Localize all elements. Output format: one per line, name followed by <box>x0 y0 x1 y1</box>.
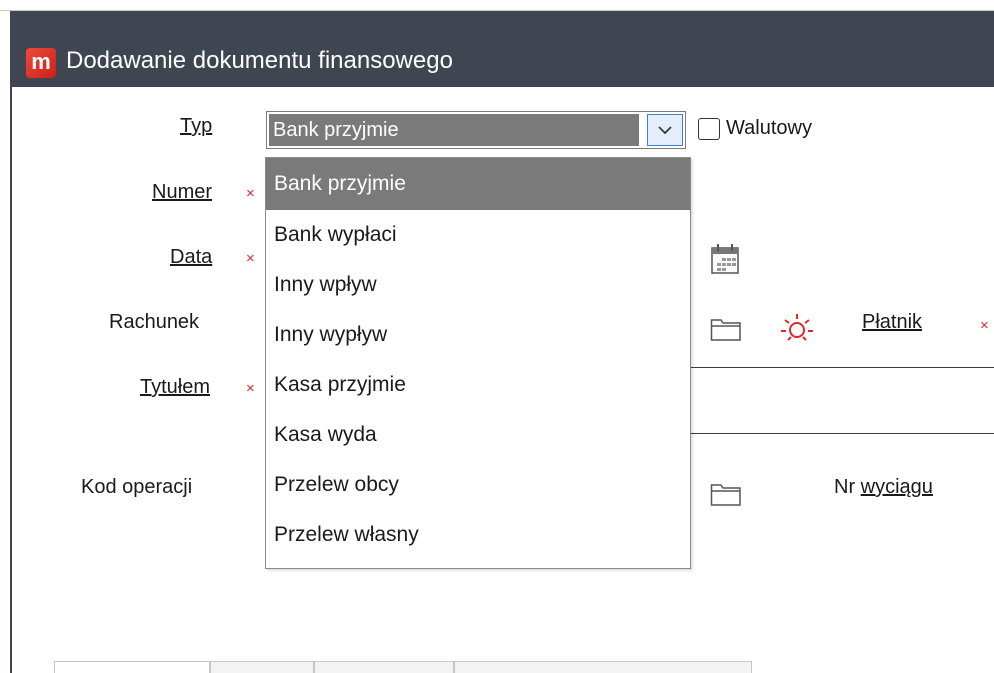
platnik-field-underline <box>691 367 994 368</box>
data-required-marker: × <box>246 250 255 267</box>
data-label-text: Data <box>170 246 213 268</box>
nr-wyciagu-underlined: wyciągu <box>860 476 933 498</box>
bottom-tab-strip <box>54 661 752 673</box>
typ-label-text: Typ <box>180 115 213 137</box>
typ-select-arrow-button[interactable] <box>647 114 683 146</box>
dropdown-option-bank-przyjmie[interactable]: Bank przyjmie <box>266 158 690 210</box>
app-logo-icon: m <box>26 48 56 78</box>
tytulem-label: Tytułem <box>140 376 210 399</box>
sun-refresh-icon[interactable] <box>780 311 814 345</box>
dropdown-option-kasa-wyda[interactable]: Kasa wyda <box>266 410 690 460</box>
dropdown-option-przelew-wlasny[interactable]: Przelew własny <box>266 510 690 560</box>
dropdown-option-przelew-obcy[interactable]: Przelew obcy <box>266 460 690 510</box>
kod-operacji-label: Kod operacji <box>81 476 193 498</box>
walutowy-label[interactable]: Walutowy <box>726 117 812 140</box>
typ-select[interactable]: Bank przyjmie <box>266 111 686 149</box>
tab-3[interactable] <box>314 661 454 673</box>
tab-2[interactable] <box>210 661 314 673</box>
tab-1[interactable] <box>54 661 210 673</box>
tytulem-required-marker: × <box>246 380 255 397</box>
dropdown-option-inny-wplyw[interactable]: Inny wpływ <box>266 260 690 310</box>
chevron-down-icon <box>658 126 672 135</box>
folder-icon[interactable] <box>710 316 742 342</box>
tytulem-field-underline <box>691 433 994 434</box>
screen-top-edge <box>0 0 994 11</box>
folder-icon[interactable] <box>710 481 742 507</box>
numer-required-marker: × <box>246 185 255 202</box>
numer-label: Numer <box>152 181 212 204</box>
dropdown-option-kasa-przyjmie[interactable]: Kasa przyjmie <box>266 360 690 410</box>
typ-dropdown-list: Bank przyjmie Bank wypłaci Inny wpływ In… <box>265 157 691 569</box>
typ-select-value: Bank przyjmie <box>269 114 639 146</box>
title-bar: m Dodawanie dokumentu finansowego <box>12 11 994 87</box>
data-label: Data <box>170 246 212 269</box>
walutowy-checkbox[interactable] <box>698 118 720 140</box>
tytulem-label-text: Tytułem <box>140 376 211 398</box>
platnik-required-marker: × <box>980 317 989 334</box>
nr-wyciagu-label: Nr wyciągu <box>834 476 933 499</box>
rachunek-label: Rachunek <box>109 311 200 333</box>
dialog-window: m Dodawanie dokumentu finansowego Typ Ba… <box>10 11 994 673</box>
window-title: Dodawanie dokumentu finansowego <box>66 47 453 74</box>
nr-wyciagu-prefix: Nr <box>834 476 861 498</box>
platnik-label: Płatnik <box>862 311 922 334</box>
dropdown-option-bank-wyplaci[interactable]: Bank wypłaci <box>266 210 690 260</box>
dropdown-option-inny-wyplyw[interactable]: Inny wypływ <box>266 310 690 360</box>
calendar-icon[interactable] <box>710 243 740 275</box>
platnik-label-text: Płatnik <box>862 311 923 333</box>
tab-4[interactable] <box>454 661 752 673</box>
numer-label-text: Numer <box>152 181 213 203</box>
typ-label: Typ <box>180 115 212 138</box>
